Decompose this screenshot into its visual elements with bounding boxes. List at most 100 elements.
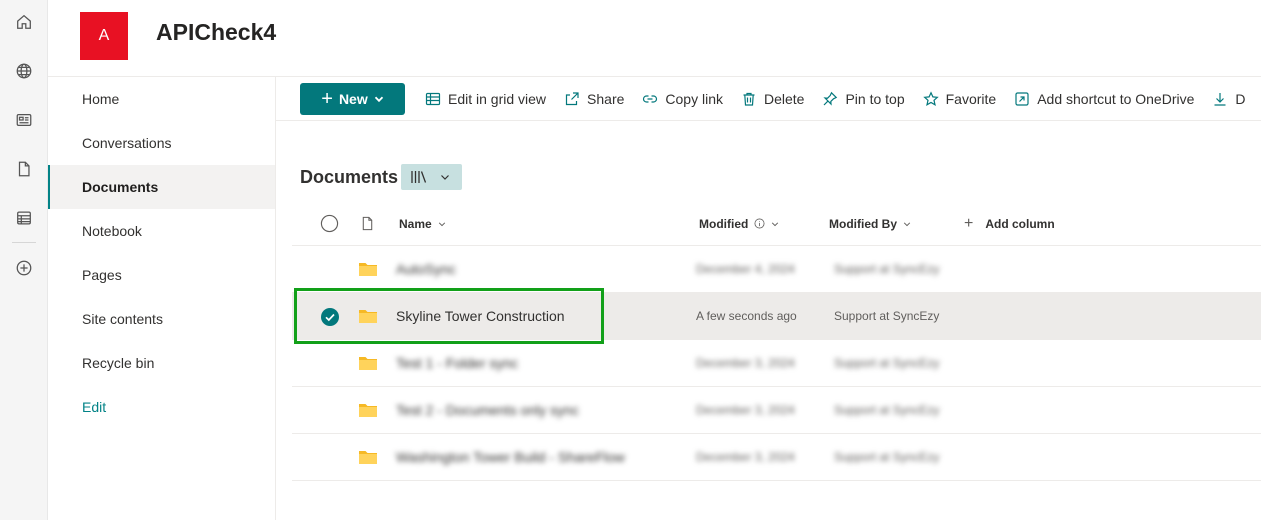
file-icon[interactable] bbox=[12, 157, 36, 181]
nav-item-pages[interactable]: Pages bbox=[48, 253, 275, 297]
star-icon bbox=[922, 90, 939, 106]
add-shortcut-button[interactable]: Add shortcut to OneDrive bbox=[1014, 83, 1194, 115]
plus-icon: + bbox=[964, 214, 974, 232]
nav-item-home[interactable]: Home bbox=[48, 77, 275, 121]
delete-button[interactable]: Delete bbox=[741, 83, 804, 115]
grid-icon bbox=[425, 92, 441, 105]
document-list: Name Modified Modified By + Add column A… bbox=[292, 201, 1261, 481]
copy-link-button[interactable]: Copy link bbox=[642, 83, 723, 115]
rail-divider bbox=[12, 242, 36, 243]
news-icon[interactable] bbox=[12, 108, 36, 132]
plus-icon: + bbox=[321, 87, 333, 110]
add-shortcut-label: Add shortcut to OneDrive bbox=[1037, 90, 1195, 107]
library-icon bbox=[411, 171, 427, 183]
nav-item-recycle-bin[interactable]: Recycle bin bbox=[48, 341, 275, 385]
share-icon bbox=[565, 91, 579, 105]
edit-grid-view-label: Edit in grid view bbox=[448, 90, 547, 107]
chevron-down-icon bbox=[438, 221, 445, 226]
favorite-label: Favorite bbox=[945, 90, 997, 107]
row-modified-by[interactable]: Support at SyncEzy bbox=[834, 262, 939, 276]
chevron-down-icon bbox=[374, 96, 383, 102]
home-icon[interactable] bbox=[12, 10, 36, 34]
row-name[interactable]: AutoSync bbox=[396, 261, 456, 277]
select-all-checkbox[interactable] bbox=[320, 201, 339, 246]
folder-icon bbox=[359, 263, 377, 276]
copy-link-label: Copy link bbox=[665, 90, 723, 107]
pin-to-top-label: Pin to top bbox=[845, 90, 905, 107]
site-title[interactable]: APICheck4 bbox=[156, 19, 276, 46]
nav-item-label: Notebook bbox=[82, 223, 142, 239]
add-column-label: Add column bbox=[985, 216, 1055, 231]
nav-item-label: Edit bbox=[82, 399, 107, 415]
row-name[interactable]: Washington Tower Build - ShareFlow bbox=[396, 449, 625, 465]
favorite-button[interactable]: Favorite bbox=[922, 83, 997, 115]
info-icon bbox=[754, 218, 765, 229]
download-label: D bbox=[1235, 90, 1246, 107]
library-title: Documents bbox=[300, 167, 399, 187]
folder-icon bbox=[359, 310, 377, 323]
site-logo[interactable]: A bbox=[80, 12, 128, 60]
row-modified: December 4, 2024 bbox=[696, 262, 795, 276]
add-icon[interactable] bbox=[12, 256, 36, 280]
column-header-name[interactable]: Name bbox=[399, 201, 446, 246]
chevron-down-icon bbox=[772, 221, 779, 226]
row-name[interactable]: Test 1 - Folder sync bbox=[396, 355, 518, 371]
download-button[interactable]: D bbox=[1212, 83, 1246, 115]
folder-icon bbox=[359, 357, 377, 370]
chevron-down-icon bbox=[441, 175, 449, 180]
column-header-label: Name bbox=[399, 216, 432, 231]
column-header-modified[interactable]: Modified bbox=[699, 201, 779, 246]
row-name[interactable]: Skyline Tower Construction bbox=[396, 308, 565, 324]
view-switcher-button[interactable] bbox=[401, 164, 462, 190]
new-button-label: New bbox=[338, 90, 368, 107]
pin-to-top-button[interactable]: Pin to top bbox=[822, 83, 905, 115]
app-rail bbox=[0, 0, 48, 520]
row-modified: December 3, 2024 bbox=[696, 450, 795, 464]
nav-item-conversations[interactable]: Conversations bbox=[48, 121, 275, 165]
new-button[interactable]: + New bbox=[300, 82, 405, 115]
row-modified-by[interactable]: Support at SyncEzy bbox=[834, 403, 939, 417]
share-label: Share bbox=[587, 90, 625, 107]
file-icon bbox=[362, 216, 373, 231]
nav-item-notebook[interactable]: Notebook bbox=[48, 209, 275, 253]
nav-item-site-contents[interactable]: Site contents bbox=[48, 297, 275, 341]
row-modified: December 3, 2024 bbox=[696, 356, 795, 370]
nav-item-label: Recycle bin bbox=[82, 355, 155, 371]
table-row[interactable]: AutoSync December 4, 2024 Support at Syn… bbox=[292, 246, 1261, 293]
file-type-header[interactable] bbox=[360, 201, 375, 246]
download-icon bbox=[1214, 92, 1226, 106]
share-button[interactable]: Share bbox=[564, 83, 624, 115]
shortcut-icon bbox=[1015, 91, 1029, 106]
nav-item-documents[interactable]: Documents bbox=[48, 165, 275, 209]
list-header: Name Modified Modified By + Add column bbox=[292, 201, 1261, 246]
row-modified-by[interactable]: Support at SyncEzy bbox=[834, 450, 939, 464]
table-row-selected[interactable]: Skyline Tower Construction A few seconds… bbox=[292, 293, 1261, 340]
globe-icon[interactable] bbox=[12, 59, 36, 83]
table-row[interactable]: Test 2 - Documents only sync December 3,… bbox=[292, 387, 1261, 434]
nav-item-label: Conversations bbox=[82, 135, 172, 151]
site-logo-letter: A bbox=[98, 27, 110, 44]
chevron-down-icon bbox=[903, 221, 911, 226]
row-modified-by[interactable]: Support at SyncEzy bbox=[834, 309, 939, 323]
table-row[interactable]: Washington Tower Build - ShareFlow Decem… bbox=[292, 434, 1261, 481]
pin-icon bbox=[823, 91, 838, 106]
table-row[interactable]: Test 1 - Folder sync December 3, 2024 Su… bbox=[292, 340, 1261, 387]
column-header-label: Modified bbox=[699, 216, 749, 231]
row-modified-by[interactable]: Support at SyncEzy bbox=[834, 356, 939, 370]
left-navigation: Home Conversations Documents Notebook Pa… bbox=[48, 76, 276, 520]
nav-item-label: Home bbox=[82, 91, 120, 107]
nav-edit-link[interactable]: Edit bbox=[48, 385, 275, 429]
add-column-button[interactable]: + Add column bbox=[964, 201, 1055, 246]
list-icon[interactable] bbox=[12, 206, 36, 230]
column-header-modified-by[interactable]: Modified By bbox=[829, 201, 911, 246]
command-bar: + New Edit in grid view Share Copy link … bbox=[276, 76, 1261, 121]
link-icon bbox=[643, 94, 658, 103]
row-name[interactable]: Test 2 - Documents only sync bbox=[396, 402, 579, 418]
edit-grid-view-button[interactable]: Edit in grid view bbox=[425, 83, 546, 115]
checkmark-circle-icon[interactable] bbox=[321, 308, 339, 326]
nav-item-label: Pages bbox=[82, 267, 122, 283]
row-modified: A few seconds ago bbox=[696, 309, 797, 323]
trash-icon bbox=[743, 92, 755, 106]
nav-item-label: Documents bbox=[82, 179, 159, 195]
column-header-label: Modified By bbox=[829, 216, 897, 231]
